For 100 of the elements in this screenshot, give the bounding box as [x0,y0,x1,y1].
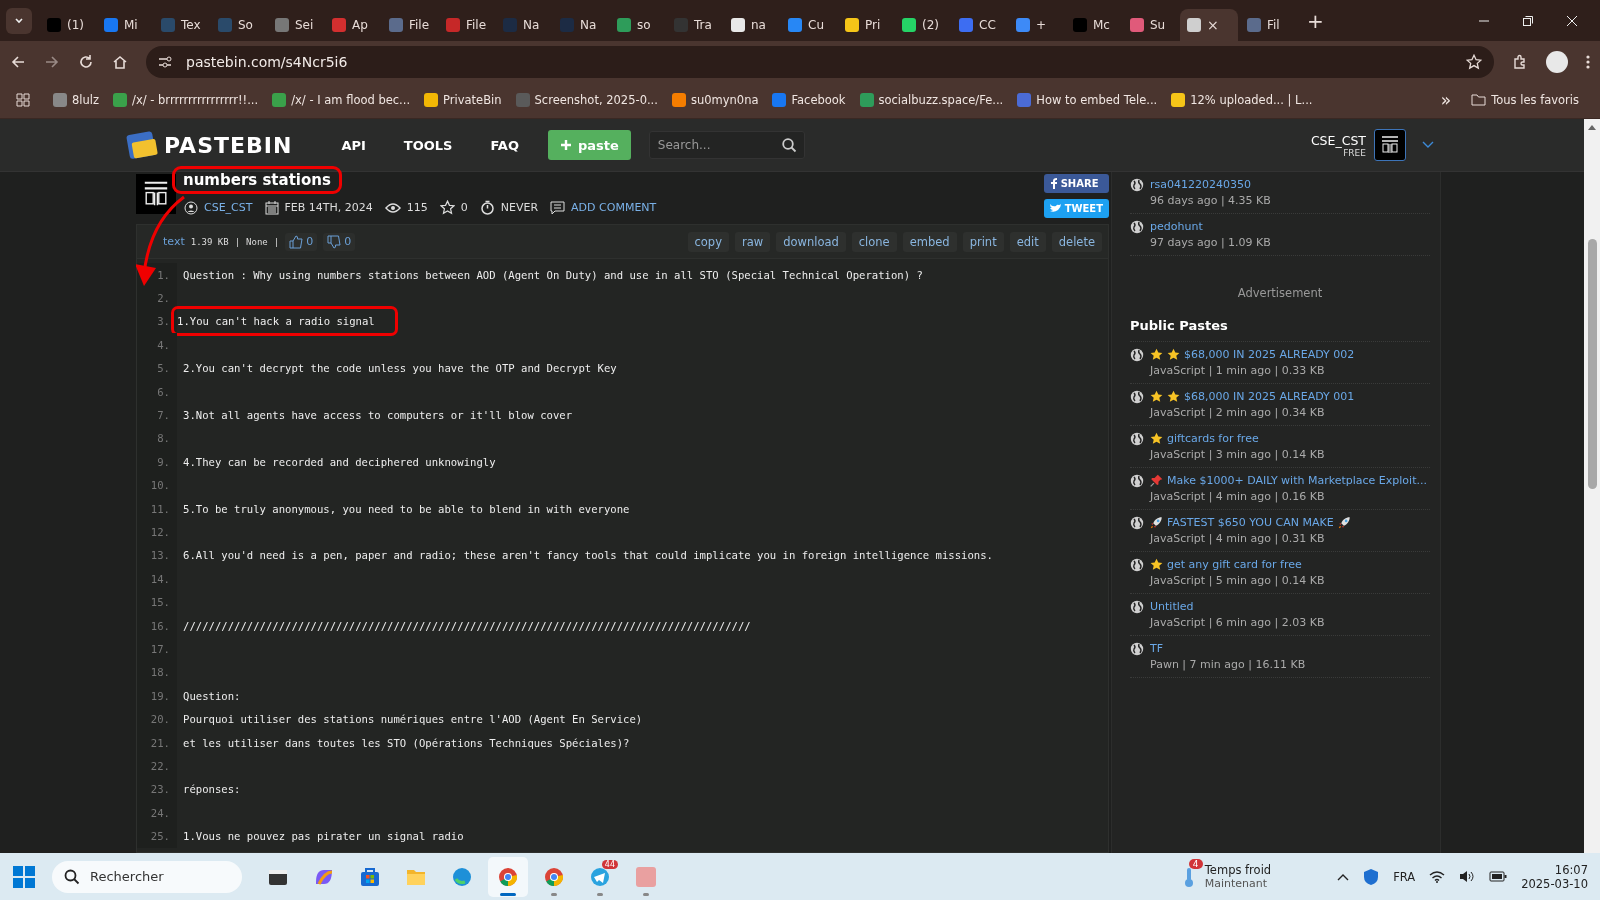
start-icon[interactable] [12,864,36,889]
browser-tab[interactable]: CC [952,9,1007,41]
paste-action-button[interactable]: raw [734,231,771,252]
star-outline-icon[interactable] [439,200,455,215]
taskbar-app[interactable] [488,856,528,897]
taskbar-app[interactable]: 44 [580,856,620,897]
bookmark-item[interactable]: How to embed Tele... [1012,89,1163,111]
chevron-down-icon[interactable] [1422,141,1434,149]
close-tab-button[interactable]: × [1207,17,1219,33]
extensions-icon[interactable] [1512,53,1528,70]
browser-tab[interactable]: na [724,9,779,41]
paste-link[interactable]: $68,000 IN 2025 ALREADY 001 [1184,390,1355,403]
site-logo[interactable]: PASTEBIN [164,132,293,158]
taskbar-search[interactable]: Rechercher [52,860,242,893]
browser-tab[interactable]: Sei [268,9,323,41]
scroll-up-icon[interactable] [1587,123,1597,131]
search-field[interactable]: Search... [648,131,805,159]
add-comment-link[interactable]: ADD COMMENT [571,201,657,214]
paste-link[interactable]: Make $1000+ DAILY with Marketplace Exploit... [1167,474,1427,487]
paste-action-button[interactable]: print [962,231,1004,252]
browser-tab[interactable]: + [1009,9,1064,41]
browser-tab[interactable]: Fil [1240,9,1295,41]
address-bar[interactable]: pastebin.com/s4Ncr5i6 [146,45,1494,78]
paste-link[interactable]: giftcards for free [1167,432,1259,445]
paste-link[interactable]: $68,000 IN 2025 ALREADY 002 [1184,348,1355,361]
paste-action-button[interactable]: copy [687,231,729,252]
user-avatar[interactable] [1374,129,1406,161]
paste-link[interactable]: rsa041220240350 [1150,178,1251,191]
battery-icon[interactable] [1489,871,1508,882]
apps-grid-icon[interactable] [16,93,30,107]
paste-action-button[interactable]: clone [851,231,897,252]
browser-tab[interactable]: Mi [97,9,152,41]
speaker-icon[interactable] [1459,870,1476,883]
paste-link[interactable]: Untitled [1150,600,1194,613]
shield-icon[interactable] [1363,867,1380,886]
back-icon[interactable] [10,53,26,70]
globe-icon [1130,348,1144,362]
line-number: 9. [137,450,177,474]
bookmark-item[interactable]: PrivateBin [419,89,507,111]
comment-icon[interactable] [550,200,566,215]
browser-tab[interactable]: Tex [154,9,209,41]
profile-avatar[interactable] [1546,50,1568,73]
tab-search-button[interactable] [6,7,32,34]
menu-icon[interactable] [1586,53,1590,70]
like-button[interactable]: 0 [285,232,318,251]
paste-link[interactable]: FASTEST $650 YOU CAN MAKE [1167,516,1334,529]
username[interactable]: CSE_CST [1310,132,1366,148]
bookmark-item[interactable]: 8lulz [48,89,105,111]
paste-link[interactable]: TF [1150,642,1164,655]
paste-action-button[interactable]: delete [1051,231,1102,252]
browser-tab[interactable]: So [211,9,266,41]
bookmark-item[interactable]: Screenshot, 2025-0... [510,89,663,111]
restore-icon[interactable] [1522,14,1534,27]
nav-link[interactable]: API [341,137,366,153]
new-tab-button[interactable]: + [1297,8,1334,33]
reload-icon[interactable] [78,53,94,70]
browser-tab[interactable]: File [439,9,494,41]
browser-tab[interactable]: Ap [325,9,380,41]
bookmark-item[interactable]: su0myn0na [666,89,764,111]
browser-tab[interactable]: Cu [781,9,836,41]
paste-action-button[interactable]: edit [1009,231,1046,252]
browser-tab[interactable]: (1) [40,9,95,41]
nav-link[interactable]: TOOLS [403,137,453,153]
home-icon[interactable] [112,53,128,70]
nav-link[interactable]: FAQ [490,137,519,153]
browser-tab[interactable]: Pri [838,9,893,41]
scrollbar-thumb[interactable] [1587,239,1597,489]
browser-tab[interactable]: Tra [667,9,722,41]
author-link[interactable]: CSE_CST [204,201,253,214]
search-icon[interactable] [781,138,797,153]
language-indicator[interactable]: FRA [1393,869,1416,884]
all-bookmarks-button[interactable]: Tous les favoris [1466,89,1584,111]
chevron-up-icon[interactable] [1337,872,1350,881]
paste-link[interactable]: pedohunt [1150,220,1203,233]
browser-tab[interactable]: Mc [1066,9,1121,41]
code-line: 5.To be truly anonymous, you need to be able to blend in with everyone [182,502,630,515]
paste-action-button[interactable]: download [776,231,846,252]
close-icon[interactable] [1566,14,1578,27]
browser-tab[interactable]: (2) [895,9,950,41]
bookmark-star-icon[interactable] [1466,53,1482,70]
forward-icon[interactable] [44,53,60,70]
browser-tab[interactable]: Na [496,9,551,41]
paste-link[interactable]: get any gift card for free [1167,558,1302,571]
site-info-icon[interactable] [158,54,172,69]
bookmark-item[interactable]: socialbuzz.space/Fe... [854,89,1009,111]
more-bookmarks-button[interactable]: » [1435,86,1457,114]
paste-action-button[interactable]: embed [902,231,957,252]
dislike-button[interactable]: 0 [323,232,356,251]
facebook-share-button[interactable]: SHARE [1043,174,1109,193]
browser-tab[interactable]: Na [553,9,608,41]
wifi-icon[interactable] [1429,870,1446,883]
bookmark-item[interactable]: 12% uploaded... | L... [1166,89,1318,111]
browser-tab[interactable]: so [610,9,665,41]
browser-tab[interactable]: × [1180,9,1238,41]
bookmark-item[interactable]: /x/ - brrrrrrrrrrrrrrrr!!... [108,89,264,111]
browser-tab[interactable]: File [382,9,437,41]
bookmark-item[interactable]: /x/ - I am flood bec... [267,89,416,111]
browser-tab[interactable]: Su [1123,9,1178,41]
bookmark-item[interactable]: Facebook [767,89,851,111]
syntax-link[interactable]: text [163,235,185,248]
